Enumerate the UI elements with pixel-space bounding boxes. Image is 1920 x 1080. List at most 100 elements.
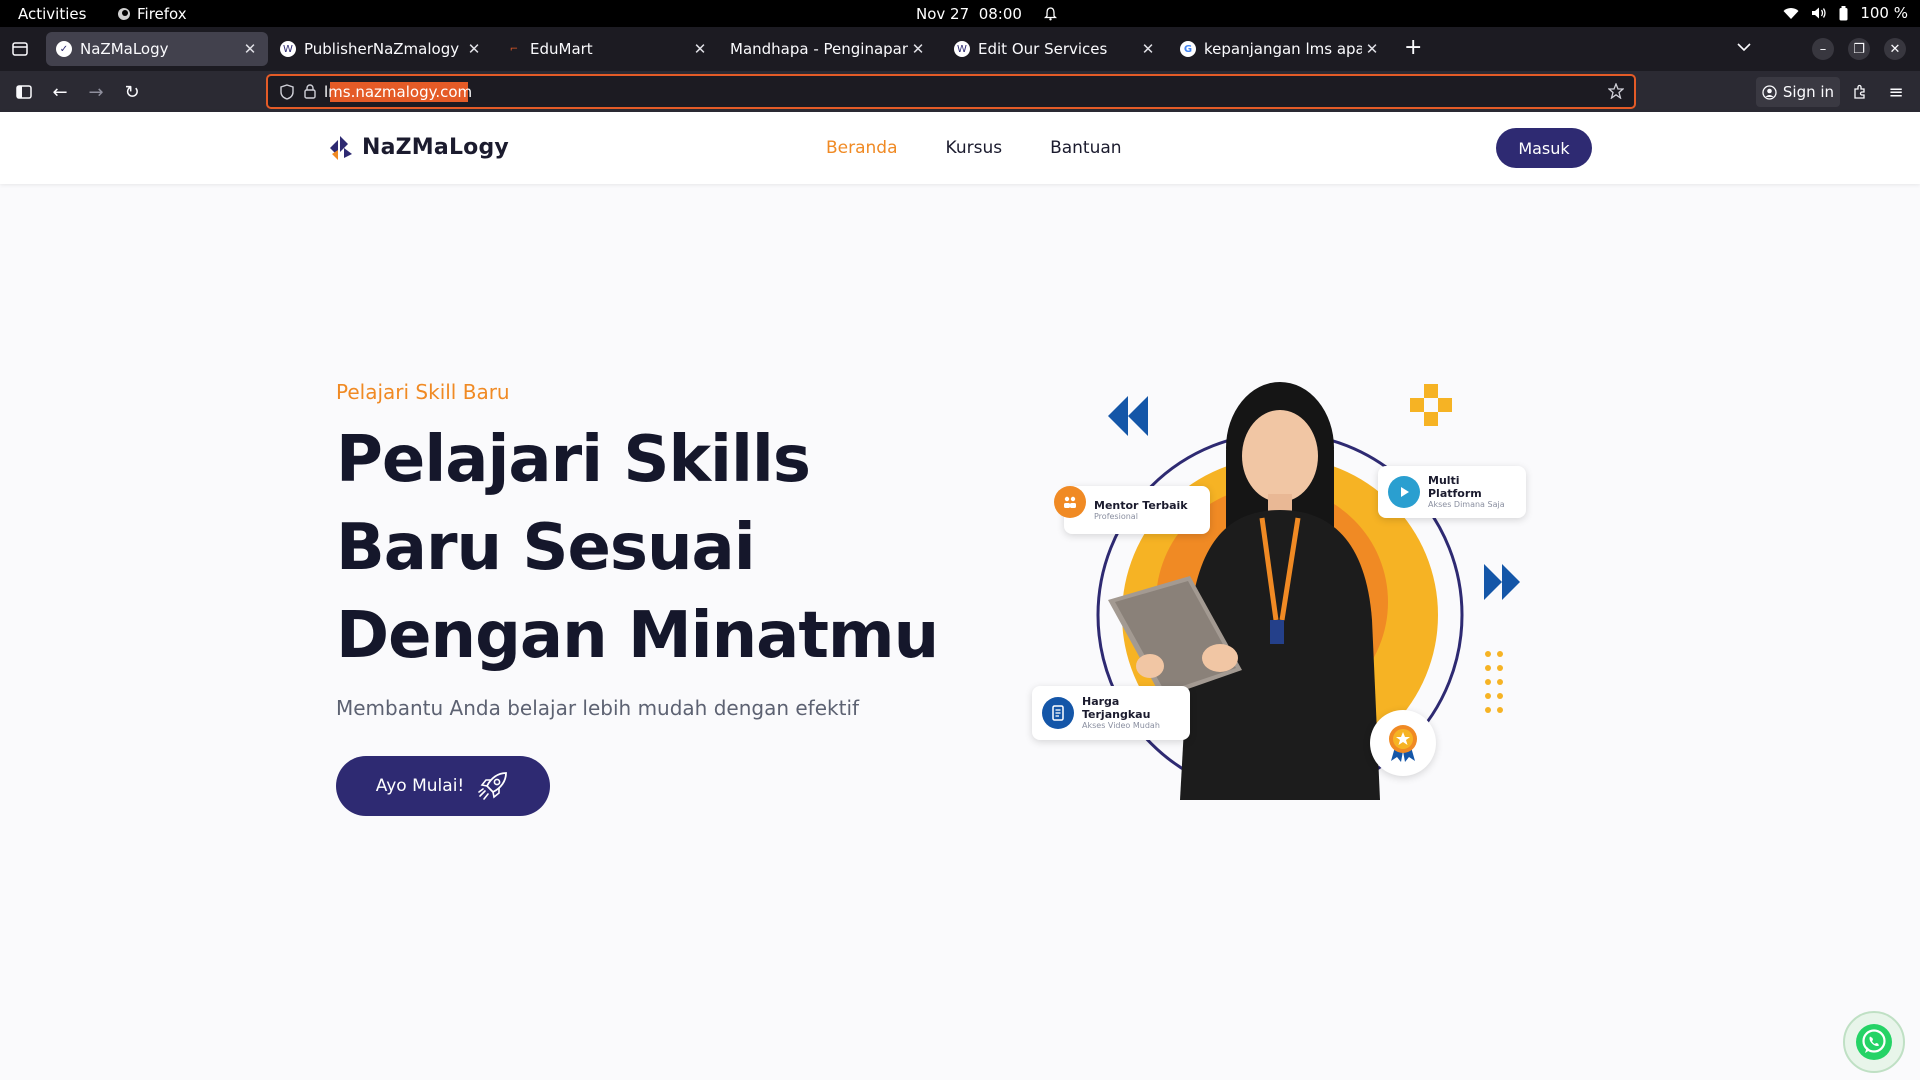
lock-icon[interactable] — [304, 84, 316, 99]
system-top-bar: Activities Firefox Nov 27 08:00 100 % — [0, 0, 1920, 27]
sidebar-button[interactable] — [10, 78, 38, 106]
reload-button[interactable]: ↻ — [118, 78, 146, 106]
volume-icon — [1812, 7, 1826, 19]
list-all-tabs-button[interactable] — [1737, 37, 1751, 56]
get-started-button[interactable]: Ayo Mulai! — [336, 756, 550, 816]
nav-item-beranda[interactable]: Beranda — [826, 138, 898, 158]
activities-button[interactable]: Activities — [18, 5, 86, 23]
feature-price-title: Harga Terjangkau — [1082, 695, 1151, 721]
date-label: Nov 27 — [916, 5, 970, 23]
app-menu-button[interactable]: ≡ — [1882, 78, 1910, 106]
award-badge — [1370, 710, 1436, 776]
close-tab-icon[interactable]: ✕ — [908, 40, 928, 58]
brand-name: NaZMaLogy — [362, 134, 509, 160]
hero-headline: Pelajari Skills Baru Sesuai Dengan Minat… — [336, 423, 939, 673]
nazmalogy-favicon: ✓ — [56, 41, 72, 57]
illustration-graphic — [1096, 382, 1520, 800]
nav-item-bantuan[interactable]: Bantuan — [1050, 138, 1122, 158]
tab-title: Mandhapa - Penginapan Indonesia — [730, 40, 908, 58]
firefox-view-icon — [12, 42, 28, 56]
puzzle-icon — [1854, 84, 1865, 99]
battery-label: 100 % — [1860, 4, 1908, 22]
feature-card-price: Harga Terjangkau Akses Video Mudah — [1032, 686, 1190, 740]
feature-price-subtitle: Akses Video Mudah — [1082, 721, 1160, 730]
tab-title: NaZMaLogy — [80, 40, 169, 58]
sign-in-button[interactable]: Sign in — [1756, 77, 1840, 107]
close-tab-icon[interactable]: ✕ — [1362, 40, 1382, 58]
sidebar-icon — [16, 85, 32, 99]
reload-icon: ↻ — [124, 81, 140, 103]
close-tab-icon[interactable]: ✕ — [1138, 40, 1158, 58]
tab-google-search[interactable]: G kepanjangan lms apa - Penelusuran Goog… — [1170, 32, 1390, 66]
tab-title: PublisherNaZmalogy — [304, 40, 460, 58]
rocket-icon — [478, 772, 508, 800]
tab-strip: ✓ NaZMaLogy ✕ W PublisherNaZmalogy ✕ ⌐ E… — [0, 27, 1920, 71]
url-bar[interactable] — [266, 74, 1636, 109]
system-status-area[interactable]: 100 % — [1783, 4, 1908, 22]
hero-kicker: Pelajari Skill Baru — [336, 380, 510, 404]
restore-icon: ❐ — [1853, 41, 1865, 57]
firefox-icon — [118, 8, 130, 20]
back-button[interactable]: ← — [46, 78, 74, 106]
account-icon — [1762, 84, 1777, 100]
close-icon: ✕ — [1889, 41, 1901, 57]
url-input[interactable] — [324, 82, 1524, 101]
nav-item-kursus[interactable]: Kursus — [946, 138, 1003, 158]
nazmalogy-logo-icon — [330, 136, 352, 160]
extensions-button[interactable] — [1846, 78, 1874, 106]
google-favicon: G — [1180, 41, 1196, 57]
wifi-icon — [1783, 7, 1799, 19]
time-label: 08:00 — [978, 5, 1022, 23]
feature-mentor-title: Mentor Terbaik — [1094, 498, 1188, 512]
firefox-view-button[interactable] — [6, 35, 34, 63]
close-window-button[interactable]: ✕ — [1884, 38, 1906, 60]
award-icon — [1389, 725, 1417, 762]
app-name-label: Firefox — [137, 5, 187, 23]
shield-icon[interactable] — [280, 83, 294, 100]
arrow-right-icon: → — [88, 81, 104, 103]
hero-subtitle: Membantu Anda belajar lebih mudah dengan… — [336, 696, 860, 720]
chevron-down-icon — [1737, 43, 1751, 52]
close-tab-icon[interactable]: ✕ — [464, 40, 484, 58]
wordpress-favicon: W — [280, 41, 296, 57]
document-icon — [1042, 697, 1074, 729]
bookmark-star-icon[interactable] — [1608, 83, 1624, 99]
main-nav: Beranda Kursus Bantuan — [826, 138, 1122, 158]
bell-icon — [1043, 7, 1057, 21]
minimize-button[interactable]: – — [1812, 38, 1834, 60]
tab-publisher-nazmalogy[interactable]: W PublisherNaZmalogy ✕ — [270, 32, 492, 66]
close-tab-icon[interactable]: ✕ — [240, 40, 260, 58]
wordpress-favicon: W — [954, 41, 970, 57]
whatsapp-icon — [1856, 1024, 1892, 1060]
edumart-favicon: ⌐ — [509, 43, 519, 55]
tab-title: Edit Our Services — [978, 40, 1108, 58]
tab-title: kepanjangan lms apa - Penelusuran Google — [1204, 40, 1362, 58]
hamburger-menu-icon: ≡ — [1888, 81, 1904, 103]
whatsapp-chat-button[interactable] — [1843, 1011, 1905, 1073]
app-menu[interactable]: Firefox — [117, 5, 187, 23]
get-started-label: Ayo Mulai! — [375, 776, 465, 796]
login-button[interactable]: Masuk — [1496, 128, 1592, 168]
tab-nazmalogy[interactable]: ✓ NaZMaLogy ✕ — [46, 32, 268, 66]
site-header: NaZMaLogy Beranda Kursus Bantuan Masuk — [0, 112, 1920, 184]
tab-edit-our-services[interactable]: W Edit Our Services ✕ — [944, 32, 1166, 66]
feature-card-mentor: Mentor Terbaik Profesional — [1054, 486, 1210, 534]
feature-platform-subtitle: Akses Dimana Saja — [1428, 500, 1505, 509]
sign-in-label: Sign in — [1782, 83, 1835, 101]
tab-edumart[interactable]: ⌐ EduMart ✕ — [496, 32, 718, 66]
hero-illustration: Mentor Terbaik Profesional Multi Platfor… — [1020, 370, 1540, 810]
navigation-toolbar: ← → ↻ Sign in ≡ — [0, 71, 1920, 112]
feature-card-platform: Multi Platform Akses Dimana Saja — [1378, 466, 1526, 518]
forward-button[interactable]: → — [82, 78, 110, 106]
clock[interactable]: Nov 27 08:00 — [916, 5, 1057, 23]
close-tab-icon[interactable]: ✕ — [690, 40, 710, 58]
site-logo[interactable]: NaZMaLogy — [326, 134, 509, 160]
restore-button[interactable]: ❐ — [1848, 38, 1870, 60]
new-tab-button[interactable]: + — [1404, 35, 1422, 60]
feature-mentor-subtitle: Profesional — [1094, 511, 1138, 521]
minimize-icon: – — [1819, 41, 1827, 57]
play-icon — [1388, 476, 1420, 508]
battery-icon — [1839, 5, 1848, 20]
tab-mandhapa[interactable]: Mandhapa - Penginapan Indonesia ✕ — [720, 32, 936, 66]
mentor-icon — [1054, 486, 1086, 518]
